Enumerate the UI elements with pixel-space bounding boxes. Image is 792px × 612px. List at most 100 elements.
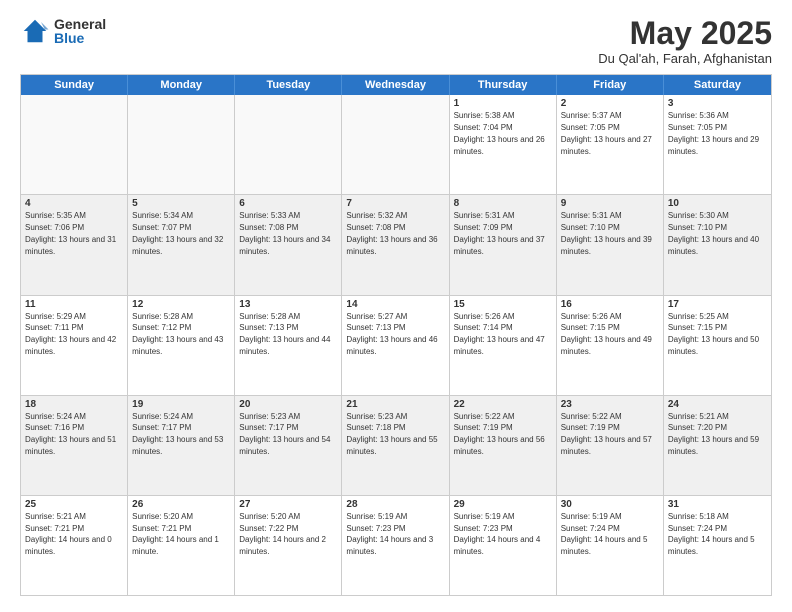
calendar-cell: 9 Sunrise: 5:31 AMSunset: 7:10 PMDayligh… — [557, 195, 664, 294]
day-number: 23 — [561, 399, 659, 410]
calendar: Sunday Monday Tuesday Wednesday Thursday… — [20, 74, 772, 596]
calendar-cell: 12 Sunrise: 5:28 AMSunset: 7:12 PMDaylig… — [128, 296, 235, 395]
day-number: 28 — [346, 499, 444, 510]
header-friday: Friday — [557, 75, 664, 95]
day-number: 21 — [346, 399, 444, 410]
day-number: 16 — [561, 299, 659, 310]
calendar-cell — [342, 95, 449, 194]
calendar-row-3: 11 Sunrise: 5:29 AMSunset: 7:11 PMDaylig… — [21, 295, 771, 395]
location: Du Qal'ah, Farah, Afghanistan — [598, 51, 772, 66]
cell-info: Sunrise: 5:23 AMSunset: 7:18 PMDaylight:… — [346, 412, 437, 456]
day-number: 26 — [132, 499, 230, 510]
calendar-row-2: 4 Sunrise: 5:35 AMSunset: 7:06 PMDayligh… — [21, 194, 771, 294]
calendar-cell: 11 Sunrise: 5:29 AMSunset: 7:11 PMDaylig… — [21, 296, 128, 395]
page: General Blue May 2025 Du Qal'ah, Farah, … — [0, 0, 792, 612]
cell-info: Sunrise: 5:27 AMSunset: 7:13 PMDaylight:… — [346, 312, 437, 356]
cell-info: Sunrise: 5:24 AMSunset: 7:17 PMDaylight:… — [132, 412, 223, 456]
logo-general: General — [54, 17, 106, 31]
day-number: 14 — [346, 299, 444, 310]
calendar-cell: 5 Sunrise: 5:34 AMSunset: 7:07 PMDayligh… — [128, 195, 235, 294]
day-number: 12 — [132, 299, 230, 310]
calendar-cell: 1 Sunrise: 5:38 AMSunset: 7:04 PMDayligh… — [450, 95, 557, 194]
cell-info: Sunrise: 5:26 AMSunset: 7:15 PMDaylight:… — [561, 312, 652, 356]
title-block: May 2025 Du Qal'ah, Farah, Afghanistan — [598, 16, 772, 66]
calendar-cell: 7 Sunrise: 5:32 AMSunset: 7:08 PMDayligh… — [342, 195, 449, 294]
day-number: 10 — [668, 198, 767, 209]
calendar-cell: 31 Sunrise: 5:18 AMSunset: 7:24 PMDaylig… — [664, 496, 771, 595]
day-number: 8 — [454, 198, 552, 209]
cell-info: Sunrise: 5:19 AMSunset: 7:24 PMDaylight:… — [561, 512, 648, 556]
cell-info: Sunrise: 5:26 AMSunset: 7:14 PMDaylight:… — [454, 312, 545, 356]
calendar-cell: 2 Sunrise: 5:37 AMSunset: 7:05 PMDayligh… — [557, 95, 664, 194]
day-number: 19 — [132, 399, 230, 410]
calendar-cell: 21 Sunrise: 5:23 AMSunset: 7:18 PMDaylig… — [342, 396, 449, 495]
logo-text: General Blue — [54, 17, 106, 45]
calendar-cell: 3 Sunrise: 5:36 AMSunset: 7:05 PMDayligh… — [664, 95, 771, 194]
calendar-cell: 8 Sunrise: 5:31 AMSunset: 7:09 PMDayligh… — [450, 195, 557, 294]
calendar-cell: 6 Sunrise: 5:33 AMSunset: 7:08 PMDayligh… — [235, 195, 342, 294]
cell-info: Sunrise: 5:35 AMSunset: 7:06 PMDaylight:… — [25, 211, 116, 255]
calendar-cell: 25 Sunrise: 5:21 AMSunset: 7:21 PMDaylig… — [21, 496, 128, 595]
cell-info: Sunrise: 5:22 AMSunset: 7:19 PMDaylight:… — [561, 412, 652, 456]
cell-info: Sunrise: 5:28 AMSunset: 7:13 PMDaylight:… — [239, 312, 330, 356]
header-wednesday: Wednesday — [342, 75, 449, 95]
logo-icon — [20, 16, 50, 46]
logo: General Blue — [20, 16, 106, 46]
calendar-body: 1 Sunrise: 5:38 AMSunset: 7:04 PMDayligh… — [21, 95, 771, 595]
header-monday: Monday — [128, 75, 235, 95]
cell-info: Sunrise: 5:20 AMSunset: 7:21 PMDaylight:… — [132, 512, 219, 556]
logo-blue: Blue — [54, 31, 106, 45]
cell-info: Sunrise: 5:18 AMSunset: 7:24 PMDaylight:… — [668, 512, 755, 556]
day-number: 27 — [239, 499, 337, 510]
calendar-cell: 4 Sunrise: 5:35 AMSunset: 7:06 PMDayligh… — [21, 195, 128, 294]
calendar-cell: 27 Sunrise: 5:20 AMSunset: 7:22 PMDaylig… — [235, 496, 342, 595]
cell-info: Sunrise: 5:25 AMSunset: 7:15 PMDaylight:… — [668, 312, 759, 356]
calendar-cell: 30 Sunrise: 5:19 AMSunset: 7:24 PMDaylig… — [557, 496, 664, 595]
calendar-cell: 26 Sunrise: 5:20 AMSunset: 7:21 PMDaylig… — [128, 496, 235, 595]
cell-info: Sunrise: 5:31 AMSunset: 7:10 PMDaylight:… — [561, 211, 652, 255]
day-number: 17 — [668, 299, 767, 310]
header-tuesday: Tuesday — [235, 75, 342, 95]
calendar-cell: 17 Sunrise: 5:25 AMSunset: 7:15 PMDaylig… — [664, 296, 771, 395]
calendar-cell: 20 Sunrise: 5:23 AMSunset: 7:17 PMDaylig… — [235, 396, 342, 495]
calendar-cell: 14 Sunrise: 5:27 AMSunset: 7:13 PMDaylig… — [342, 296, 449, 395]
day-number: 25 — [25, 499, 123, 510]
calendar-header: Sunday Monday Tuesday Wednesday Thursday… — [21, 75, 771, 95]
calendar-row-5: 25 Sunrise: 5:21 AMSunset: 7:21 PMDaylig… — [21, 495, 771, 595]
cell-info: Sunrise: 5:29 AMSunset: 7:11 PMDaylight:… — [25, 312, 116, 356]
day-number: 3 — [668, 98, 767, 109]
day-number: 29 — [454, 499, 552, 510]
day-number: 9 — [561, 198, 659, 209]
header: General Blue May 2025 Du Qal'ah, Farah, … — [20, 16, 772, 66]
day-number: 30 — [561, 499, 659, 510]
cell-info: Sunrise: 5:21 AMSunset: 7:21 PMDaylight:… — [25, 512, 112, 556]
calendar-cell: 23 Sunrise: 5:22 AMSunset: 7:19 PMDaylig… — [557, 396, 664, 495]
header-thursday: Thursday — [450, 75, 557, 95]
header-sunday: Sunday — [21, 75, 128, 95]
day-number: 20 — [239, 399, 337, 410]
cell-info: Sunrise: 5:30 AMSunset: 7:10 PMDaylight:… — [668, 211, 759, 255]
day-number: 13 — [239, 299, 337, 310]
calendar-cell: 15 Sunrise: 5:26 AMSunset: 7:14 PMDaylig… — [450, 296, 557, 395]
day-number: 15 — [454, 299, 552, 310]
header-saturday: Saturday — [664, 75, 771, 95]
cell-info: Sunrise: 5:34 AMSunset: 7:07 PMDaylight:… — [132, 211, 223, 255]
calendar-cell: 18 Sunrise: 5:24 AMSunset: 7:16 PMDaylig… — [21, 396, 128, 495]
calendar-row-4: 18 Sunrise: 5:24 AMSunset: 7:16 PMDaylig… — [21, 395, 771, 495]
day-number: 1 — [454, 98, 552, 109]
cell-info: Sunrise: 5:19 AMSunset: 7:23 PMDaylight:… — [346, 512, 433, 556]
calendar-cell: 24 Sunrise: 5:21 AMSunset: 7:20 PMDaylig… — [664, 396, 771, 495]
calendar-cell: 22 Sunrise: 5:22 AMSunset: 7:19 PMDaylig… — [450, 396, 557, 495]
day-number: 5 — [132, 198, 230, 209]
cell-info: Sunrise: 5:38 AMSunset: 7:04 PMDaylight:… — [454, 111, 545, 155]
cell-info: Sunrise: 5:20 AMSunset: 7:22 PMDaylight:… — [239, 512, 326, 556]
calendar-cell: 16 Sunrise: 5:26 AMSunset: 7:15 PMDaylig… — [557, 296, 664, 395]
day-number: 6 — [239, 198, 337, 209]
day-number: 11 — [25, 299, 123, 310]
calendar-cell: 13 Sunrise: 5:28 AMSunset: 7:13 PMDaylig… — [235, 296, 342, 395]
cell-info: Sunrise: 5:32 AMSunset: 7:08 PMDaylight:… — [346, 211, 437, 255]
day-number: 18 — [25, 399, 123, 410]
cell-info: Sunrise: 5:31 AMSunset: 7:09 PMDaylight:… — [454, 211, 545, 255]
cell-info: Sunrise: 5:33 AMSunset: 7:08 PMDaylight:… — [239, 211, 330, 255]
cell-info: Sunrise: 5:28 AMSunset: 7:12 PMDaylight:… — [132, 312, 223, 356]
